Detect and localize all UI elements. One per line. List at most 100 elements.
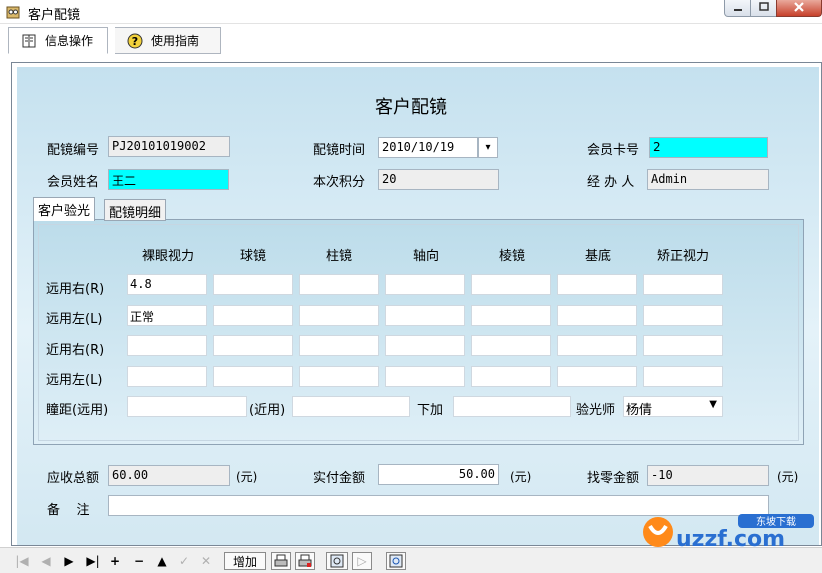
search-icon [330,554,344,568]
maximize-icon [758,2,769,11]
row-label-near-left: 远用左(L) [46,373,103,388]
form-heading: 客户配镜 [375,97,447,118]
card-no-field[interactable]: 2 [649,137,768,158]
cell-near-left-prism[interactable] [471,366,551,387]
cell-far-left-corrected[interactable] [643,305,723,326]
print-button[interactable] [271,552,291,570]
add-button[interactable]: 增加 [224,552,266,570]
pd-far-label: 瞳距(远用) [46,403,109,418]
printer-icon [274,554,288,567]
handler-field[interactable]: Admin [647,169,769,190]
row-label-far-right: 远用右(R) [46,282,105,297]
cell-far-left-cylinder[interactable] [299,305,379,326]
next-record-icon[interactable]: ▶ [61,552,77,570]
edit-icon[interactable]: ▲ [155,552,169,570]
tab-info-operation-label: 信息操作 [45,34,94,48]
member-name-field[interactable]: 王二 [108,169,229,190]
cell-near-right-cylinder[interactable] [299,335,379,356]
uzzf-watermark-logo: 东坡下载 uzzf.com [643,514,814,552]
cell-far-right-prism[interactable] [471,274,551,295]
cell-near-left-naked[interactable] [127,366,207,387]
order-time-field[interactable]: 2010/10/19 [378,137,478,158]
col-cylinder: 柱镜 [325,249,352,264]
print-preview-button[interactable] [295,552,315,570]
tab-info-operation[interactable]: 信息操作 [8,27,108,54]
zoom-button[interactable] [386,552,406,570]
row-label-near-right: 近用右(R) [46,343,105,358]
order-time-label: 配镜时间 [313,143,366,158]
row-label-far-left: 远用左(L) [46,312,103,327]
cell-far-right-naked[interactable]: 4.8 [127,274,207,295]
prev-record-icon[interactable]: ◀ [38,552,54,570]
tab-user-guide-label: 使用指南 [151,34,200,48]
chevron-down-icon: ▾ [485,142,491,153]
title-bar: 客户配镜 [0,0,822,24]
svg-text:?: ? [132,35,138,48]
cell-near-right-naked[interactable] [127,335,207,356]
cell-far-left-prism[interactable] [471,305,551,326]
cancel-icon[interactable]: ✕ [199,552,213,570]
minimize-icon [733,9,742,11]
col-corrected-vision: 矫正视力 [656,249,709,264]
insert-icon[interactable]: + [108,552,122,570]
delete-icon[interactable]: − [132,552,146,570]
cell-far-right-cylinder[interactable] [299,274,379,295]
cell-near-right-base[interactable] [557,335,637,356]
cell-near-right-prism[interactable] [471,335,551,356]
optometrist-label: 验光师 [576,403,616,418]
tab-optometry[interactable]: 客户验光 [33,197,96,221]
order-no-label: 配镜编号 [47,143,100,158]
top-tab-bar: 信息操作 ? 使用指南 [0,25,822,55]
zoom-icon [389,554,403,568]
col-prism: 棱镜 [498,249,525,264]
paid-field[interactable]: 50.00 [378,464,499,485]
due-label: 应收总额 [47,471,100,486]
points-field[interactable]: 20 [378,169,499,190]
cell-far-left-axis[interactable] [385,305,465,326]
cell-near-left-cylinder[interactable] [299,366,379,387]
cell-near-left-axis[interactable] [385,366,465,387]
paid-unit: (元) [510,470,532,484]
minimize-button[interactable] [724,0,751,17]
play-button[interactable]: ▷ [352,552,372,570]
cell-near-right-axis[interactable] [385,335,465,356]
book-icon [22,34,36,47]
handler-label: 经 办 人 [587,175,635,190]
cell-far-right-corrected[interactable] [643,274,723,295]
col-base: 基底 [584,249,611,264]
change-unit: (元) [777,470,799,484]
pd-near-field[interactable] [292,396,410,417]
order-no-field[interactable]: PJ20101019002 [108,136,230,157]
cell-far-right-base[interactable] [557,274,637,295]
search-button[interactable] [326,552,348,570]
col-naked-vision: 裸眼视力 [141,249,194,264]
cell-near-right-sphere[interactable] [213,335,293,356]
maximize-button[interactable] [750,0,777,17]
cell-far-left-base[interactable] [557,305,637,326]
pd-far-field[interactable] [127,396,247,417]
cell-far-left-naked[interactable]: 正常 [127,305,207,326]
cell-far-right-sphere[interactable] [213,274,293,295]
first-record-icon[interactable]: |◀ [14,552,30,570]
last-record-icon[interactable]: ▶| [84,552,102,570]
post-icon[interactable]: ✓ [177,552,191,570]
due-field[interactable]: 60.00 [108,465,230,486]
cell-near-right-corrected[interactable] [643,335,723,356]
tab-glasses-detail[interactable]: 配镜明细 [104,199,167,221]
member-name-label: 会员姓名 [47,175,100,190]
date-dropdown-button[interactable]: ▾ [478,137,498,158]
change-field[interactable]: -10 [647,465,769,486]
cell-far-left-sphere[interactable] [213,305,293,326]
optometrist-select[interactable]: 杨倩 ▼ [623,396,723,418]
col-axis: 轴向 [412,249,439,264]
cell-near-left-base[interactable] [557,366,637,387]
cell-near-left-sphere[interactable] [213,366,293,387]
paid-label: 实付金额 [313,471,366,486]
add-field[interactable] [453,396,571,417]
card-no-label: 会员卡号 [587,143,640,158]
cell-far-right-axis[interactable] [385,274,465,295]
tab-user-guide[interactable]: ? 使用指南 [115,27,221,54]
col-sphere: 球镜 [239,249,266,264]
close-button[interactable] [776,0,822,17]
cell-near-left-corrected[interactable] [643,366,723,387]
